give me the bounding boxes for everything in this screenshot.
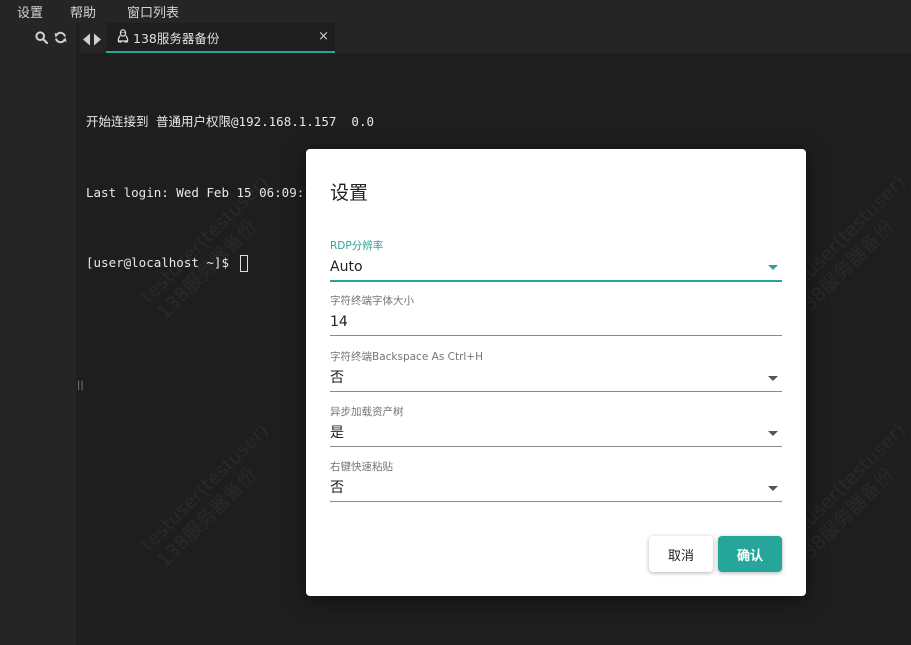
field-label: 字符终端Backspace As Ctrl+H	[330, 351, 483, 363]
field-value[interactable]: 否	[330, 475, 782, 502]
rdp-resolution-select[interactable]: RDP分辨率 Auto	[330, 239, 782, 282]
menu-settings[interactable]: 设置	[0, 2, 57, 21]
search-icon[interactable]	[35, 31, 48, 44]
tab-label: 138服务器备份	[133, 30, 220, 46]
panel-splitter[interactable]	[76, 23, 80, 645]
field-value[interactable]: Auto	[330, 254, 782, 282]
watermark: testuser(testuser) 138服务器备份	[136, 419, 273, 572]
field-value[interactable]: 是	[330, 420, 782, 447]
field-label: 异步加载资产树	[330, 406, 404, 418]
field-label: RDP分辨率	[330, 240, 384, 252]
async-asset-tree-select[interactable]: 异步加载资产树 是	[330, 405, 782, 447]
dropdown-arrow-icon[interactable]	[768, 376, 778, 381]
refresh-icon[interactable]	[54, 31, 67, 44]
backspace-ctrl-h-select[interactable]: 字符终端Backspace As Ctrl+H 否	[330, 350, 782, 392]
dropdown-arrow-icon[interactable]	[768, 486, 778, 491]
asset-sidebar	[0, 23, 76, 645]
cancel-button[interactable]: 取消	[649, 536, 713, 572]
sidebar-tools	[35, 31, 67, 44]
tab-138-server-backup[interactable]: 138服务器备份 ×	[106, 23, 335, 53]
right-click-paste-select[interactable]: 右键快速粘贴 否	[330, 460, 782, 502]
splitter-grip-icon[interactable]: ||	[77, 381, 84, 391]
field-label: 字符终端字体大小	[330, 295, 414, 307]
linux-icon	[117, 28, 129, 46]
field-value[interactable]: 14	[330, 309, 782, 336]
tab-nav	[82, 31, 102, 50]
terminal-line: 开始连接到 普通用户权限@192.168.1.157 0.0	[86, 114, 375, 129]
tab-bar: 138服务器备份 ×	[80, 23, 911, 53]
menu-bar: 设置 帮助 窗口列表	[0, 0, 911, 23]
tab-prev-icon[interactable]	[82, 31, 91, 50]
terminal-cursor	[239, 255, 248, 272]
dropdown-arrow-icon[interactable]	[768, 265, 778, 270]
terminal-font-size-input[interactable]: 字符终端字体大小 14	[330, 294, 782, 336]
field-value[interactable]: 否	[330, 365, 782, 392]
settings-dialog: 设置 RDP分辨率 Auto 字符终端字体大小 14 字符终端Backspace…	[306, 149, 806, 596]
tab-next-icon[interactable]	[93, 31, 102, 50]
tab-close-icon[interactable]: ×	[318, 29, 329, 44]
dialog-title: 设置	[330, 182, 369, 204]
menu-help[interactable]: 帮助	[57, 2, 110, 21]
confirm-button[interactable]: 确认	[718, 536, 782, 572]
menu-window-list[interactable]: 窗口列表	[110, 2, 193, 21]
dropdown-arrow-icon[interactable]	[768, 431, 778, 436]
field-label: 右键快速粘贴	[330, 461, 393, 473]
